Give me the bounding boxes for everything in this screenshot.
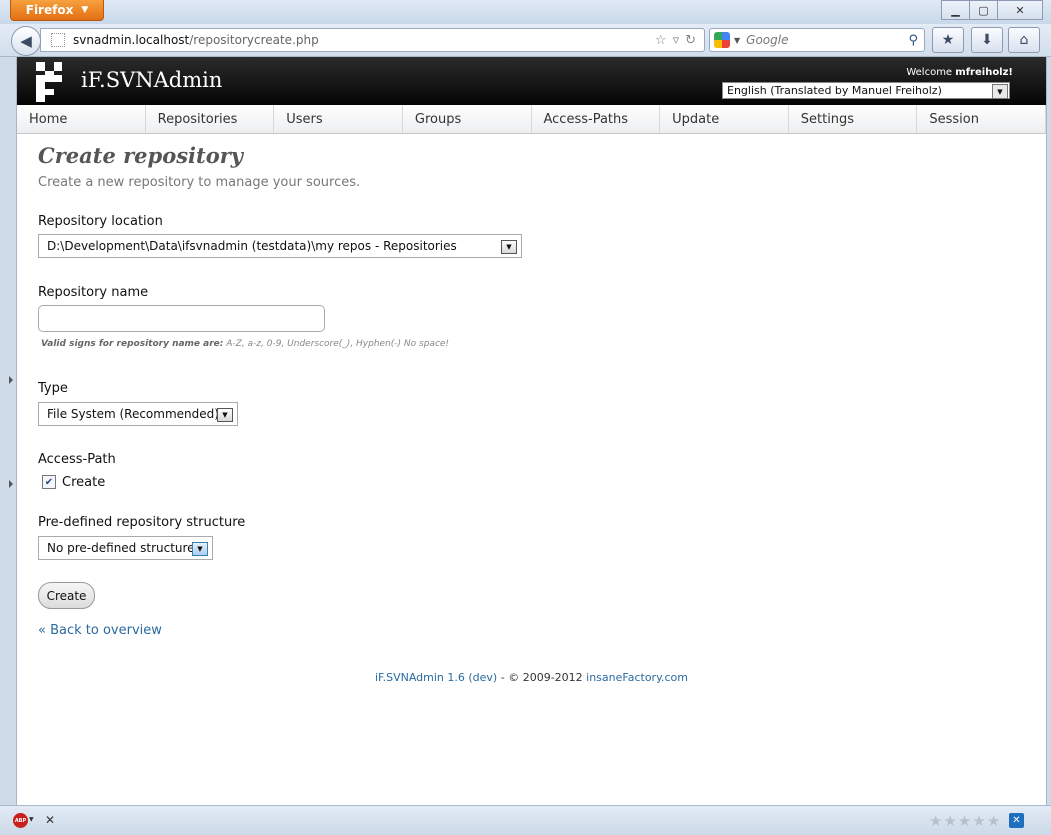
rating-stars[interactable]: ★ ★ ★ ★ ★ [929,812,1000,830]
star-icon[interactable]: ★ [943,812,956,830]
star-icon[interactable]: ★ [987,812,1000,830]
app-header: iF.SVNAdmin Welcome mfreiholz! English (… [17,57,1046,105]
version-link[interactable]: iF.SVNAdmin 1.6 (dev) [375,671,497,684]
page-title: Create repository [38,143,244,168]
nav-groups[interactable]: Groups [403,105,532,133]
adblock-icon[interactable]: ABP [13,813,28,828]
nav-settings[interactable]: Settings [789,105,918,133]
location-value: D:\Development\Data\ifsvnadmin (testdata… [47,239,457,253]
language-select[interactable]: English (Translated by Manuel Freiholz) … [722,82,1010,99]
star-icon[interactable]: ★ [972,812,985,830]
chevron-down-icon[interactable]: ▼ [192,542,208,556]
footer: iF.SVNAdmin 1.6 (dev) - © 2009-2012 insa… [17,671,1046,684]
chevron-down-icon[interactable]: ▼ [501,240,517,254]
url-bar[interactable]: svnadmin.localhost /repositorycreate.php… [40,28,705,52]
engine-dropdown-icon[interactable]: ▼ [734,36,740,45]
welcome-text: Welcome mfreiholz! [906,67,1013,78]
name-hint-text: A-Z, a-z, 0-9, Underscore(_), Hyphen(-) … [223,339,450,349]
bookmarks-menu-icon[interactable]: ★ [932,27,964,53]
url-path: /repositorycreate.php [189,33,319,47]
search-bar[interactable]: ▼ Google ⚲ [709,28,925,52]
username: mfreiholz! [955,67,1013,78]
history-dropdown-icon[interactable]: ▿ [673,33,680,48]
chevron-down-icon[interactable]: ▼ [992,84,1008,99]
if-logo [36,62,62,102]
nav-session[interactable]: Session [917,105,1046,133]
copyright-text: - © 2009-2012 [497,671,587,684]
reload-icon[interactable]: ↻ [685,33,696,48]
name-hint-bold: Valid signs for repository name are: [41,339,224,349]
chevron-down-icon: ▼ [81,5,89,15]
welcome-prefix: Welcome [906,67,953,78]
page-viewport: iF.SVNAdmin Welcome mfreiholz! English (… [16,57,1047,805]
structure-value: No pre-defined structure [47,541,195,555]
vendor-link[interactable]: insaneFactory.com [586,671,688,684]
location-select[interactable]: D:\Development\Data\ifsvnadmin (testdata… [38,234,522,258]
status-bar: ABP ▼ ✕ ★ ★ ★ ★ ★ ✕ [0,805,1051,835]
language-value: English (Translated by Manuel Freiholz) [727,84,942,97]
sidebar-toggle-icon[interactable] [9,480,13,488]
nav-update[interactable]: Update [660,105,789,133]
access-path-label: Access-Path [38,452,116,467]
search-icon[interactable]: ⚲ [908,33,918,48]
chevron-down-icon[interactable]: ▼ [29,816,34,823]
minimize-icon[interactable]: ▁ [941,0,970,20]
bookmark-star-icon[interactable]: ☆ [655,33,667,48]
firefox-menu-button[interactable]: Firefox ▼ [10,0,104,21]
back-arrow-icon[interactable]: ◀ [11,26,41,56]
repository-name-input[interactable] [38,305,325,332]
name-hint: Valid signs for repository name are: A-Z… [41,339,449,349]
access-path-checkbox-label[interactable]: Create [62,475,105,490]
downloads-icon[interactable]: ⬇ [971,27,1003,53]
sidebar-toggle-icon[interactable] [9,376,13,384]
close-icon[interactable]: ✕ [45,813,55,827]
app-title: iF.SVNAdmin [81,68,223,92]
type-select[interactable]: File System (Recommended) ▼ [38,402,238,426]
window-titlebar: Firefox ▼ ▁ ▢ ✕ [0,0,1051,24]
nav-access-paths[interactable]: Access-Paths [532,105,661,133]
firefox-menu-label: Firefox [25,3,74,17]
nav-users[interactable]: Users [274,105,403,133]
url-host: svnadmin.localhost [73,33,190,47]
star-icon[interactable]: ★ [958,812,971,830]
search-placeholder: Google [746,33,789,47]
type-value: File System (Recommended) [47,407,219,421]
structure-label: Pre-defined repository structure [38,515,246,530]
structure-select[interactable]: No pre-defined structure ▼ [38,536,213,560]
nav-home[interactable]: Home [17,105,146,133]
back-to-overview-link[interactable]: « Back to overview [38,623,162,638]
site-identity-icon[interactable] [51,33,65,47]
location-label: Repository location [38,214,163,229]
create-button[interactable]: Create [38,582,95,609]
chevron-down-icon[interactable]: ▼ [217,408,233,422]
nav-repositories[interactable]: Repositories [146,105,275,133]
name-label: Repository name [38,285,149,300]
window-controls: ▁ ▢ ✕ [941,0,1043,20]
type-label: Type [38,381,68,396]
extension-icon[interactable]: ✕ [1009,813,1024,828]
main-nav: Home Repositories Users Groups Access-Pa… [17,105,1046,134]
star-icon[interactable]: ★ [929,812,942,830]
page-subtitle: Create a new repository to manage your s… [38,175,361,190]
close-window-icon[interactable]: ✕ [997,0,1043,20]
maximize-icon[interactable]: ▢ [969,0,998,20]
url-tools: ☆ ▿ ↻ [655,33,696,48]
home-icon[interactable]: ⌂ [1008,27,1040,53]
access-path-checkbox[interactable]: ✔ [42,475,56,489]
google-engine-icon[interactable] [714,32,730,48]
